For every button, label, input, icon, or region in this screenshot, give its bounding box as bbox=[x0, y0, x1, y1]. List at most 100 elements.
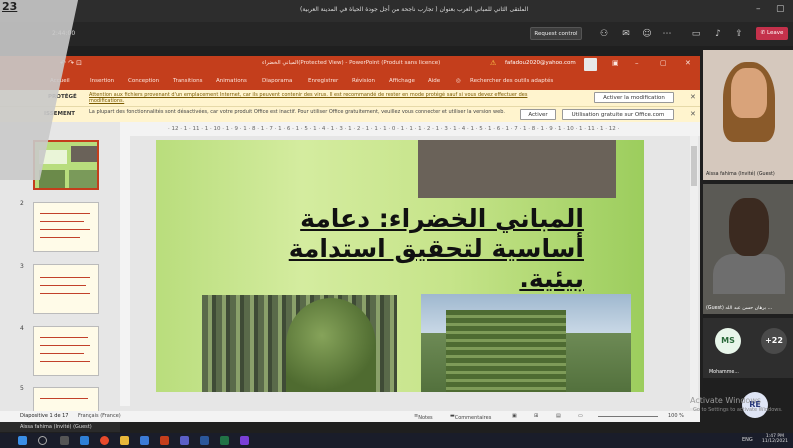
enable-editing-button[interactable]: Activer la modification bbox=[594, 92, 674, 103]
user-email[interactable]: fafadou2020@yahoo.com bbox=[505, 60, 576, 66]
status-bar: Diapositive 1 de 17 Français (France) ≡ … bbox=[0, 411, 700, 422]
slide-thumbnail[interactable] bbox=[33, 202, 99, 252]
minimize-icon[interactable]: – bbox=[756, 4, 761, 14]
participant-face bbox=[729, 198, 769, 256]
ribbon-display-icon[interactable]: ▣ bbox=[612, 59, 619, 67]
tab-insertion[interactable]: Insertion bbox=[90, 78, 114, 84]
search-icon[interactable] bbox=[38, 436, 47, 445]
thumb-number: 2 bbox=[20, 200, 24, 207]
slide-title[interactable]: المباني الخضراء: دعامة أساسية لتحقيق است… bbox=[224, 204, 584, 294]
activate-button[interactable]: Activer bbox=[520, 109, 556, 120]
decorative-box bbox=[418, 140, 616, 198]
more-icon[interactable]: ⋯ bbox=[661, 28, 673, 40]
store-icon[interactable] bbox=[140, 436, 149, 445]
tab-animations[interactable]: Animations bbox=[216, 78, 247, 84]
language-indicator[interactable]: Français (France) bbox=[78, 413, 121, 419]
request-control-button[interactable]: Request control bbox=[530, 27, 582, 40]
mic-icon[interactable]: ♪ bbox=[712, 28, 724, 40]
warning-message: La plupart des fonctionnalités sont désa… bbox=[89, 109, 505, 115]
explorer-icon[interactable] bbox=[120, 436, 129, 445]
participant-name: (Guest) برهان حسن عبد الله ... bbox=[706, 306, 773, 311]
word-icon[interactable] bbox=[200, 436, 209, 445]
task-view-icon[interactable] bbox=[60, 436, 69, 445]
teams-title-bar: الملتقى الثاني للمباني العرب بعنوان ( تج… bbox=[0, 0, 793, 22]
thumb-number: 3 bbox=[20, 263, 24, 270]
powerpoint-icon[interactable] bbox=[160, 436, 169, 445]
participant-video[interactable]: (Guest) برهان حسن عبد الله ... bbox=[703, 184, 793, 314]
windows-taskbar: ENG 1:47 PM 11/12/2021 bbox=[0, 433, 793, 448]
chrome-icon[interactable] bbox=[100, 436, 109, 445]
tab-enregistrer[interactable]: Enregistrer bbox=[308, 78, 338, 84]
notes-button[interactable]: ≡ Notes bbox=[414, 413, 433, 421]
avatar[interactable] bbox=[584, 58, 597, 71]
zoom-level[interactable]: 100 % bbox=[668, 413, 684, 419]
green-building-photo-detail bbox=[446, 310, 566, 392]
ppt-window-title: المباني الخضراء(Protected View) - PowerP… bbox=[262, 60, 441, 66]
clock[interactable]: 1:47 PM 11/12/2021 bbox=[762, 434, 788, 444]
participant-name: Mohamme... bbox=[709, 370, 739, 375]
participant-video[interactable]: Aissa fahima (Invité) (Guest) bbox=[703, 50, 793, 180]
tab-revision[interactable]: Révision bbox=[352, 78, 375, 84]
app-icon[interactable] bbox=[240, 436, 249, 445]
license-warning-bar: ISSEMENT La plupart des fonctionnalités … bbox=[0, 106, 700, 122]
protected-view-bar: PROTÉGÉ Attention aux fichiers provenant… bbox=[0, 90, 700, 106]
tab-aide[interactable]: Aide bbox=[428, 78, 440, 84]
slide-canvas[interactable]: المباني الخضراء: دعامة أساسية لتحقيق است… bbox=[156, 140, 644, 392]
thumb-number: 4 bbox=[20, 325, 24, 332]
sorter-view-icon[interactable]: ⊞ bbox=[534, 413, 538, 419]
tab-affichage[interactable]: Affichage bbox=[389, 78, 415, 84]
share-icon[interactable]: ⇪ bbox=[733, 28, 745, 40]
slideshow-icon[interactable]: ▭ bbox=[578, 413, 583, 419]
meeting-toolbar: 2:44:00 Request control ⚇ ✉ ☺ ⋯ ▭ ♪ ⇪ ✆ … bbox=[0, 22, 793, 46]
slide-thumbnail[interactable] bbox=[33, 326, 99, 376]
slide-thumbnail[interactable] bbox=[33, 264, 99, 314]
free-office-button[interactable]: Utilisation gratuite sur Office.com bbox=[562, 109, 674, 120]
protected-message: Attention aux fichiers provenant d'un em… bbox=[89, 92, 528, 104]
close-icon[interactable]: ✕ bbox=[685, 59, 691, 67]
excel-icon[interactable] bbox=[220, 436, 229, 445]
warning-icon: ⚠ bbox=[490, 59, 497, 67]
powerpoint-title-bar: ↶ ↷ ⊡ المباني الخضراء(Protected View) - … bbox=[0, 56, 700, 74]
participant-grid: MS +22 Mohamme... bbox=[703, 318, 793, 378]
teams-icon[interactable] bbox=[180, 436, 189, 445]
slide-counter: Diapositive 1 de 17 bbox=[20, 413, 69, 419]
camera-icon[interactable]: ▭ bbox=[690, 28, 702, 40]
start-icon[interactable] bbox=[18, 436, 27, 445]
vertical-ruler bbox=[120, 136, 130, 406]
comments-button[interactable]: ▬ Commentaires bbox=[450, 413, 491, 421]
corner-label: 23 bbox=[2, 0, 18, 13]
maximize-icon[interactable]: ▢ bbox=[660, 59, 667, 67]
normal-view-icon[interactable]: ▣ bbox=[512, 413, 517, 419]
thumb-number: 5 bbox=[20, 385, 24, 392]
leave-button[interactable]: ✆ Leave bbox=[756, 27, 788, 40]
chat-icon[interactable]: ✉ bbox=[620, 28, 632, 40]
tab-conception[interactable]: Conception bbox=[128, 78, 159, 84]
tab-diaporama[interactable]: Diaporama bbox=[262, 78, 292, 84]
avatar[interactable]: MS bbox=[715, 328, 741, 354]
maximize-icon[interactable]: ▢ bbox=[776, 4, 785, 14]
ribbon-tabs: Accueil Insertion Conception Transitions… bbox=[0, 74, 700, 90]
edge-icon[interactable] bbox=[80, 436, 89, 445]
green-wall-photo-detail bbox=[286, 298, 376, 392]
vertical-scrollbar[interactable] bbox=[690, 136, 698, 408]
language-indicator[interactable]: ENG bbox=[742, 437, 753, 443]
tab-transitions[interactable]: Transitions bbox=[173, 78, 202, 84]
meeting-title: الملتقى الثاني للمباني العرب بعنوان ( تج… bbox=[300, 6, 529, 13]
more-participants-badge[interactable]: +22 bbox=[761, 328, 787, 354]
people-icon[interactable]: ⚇ bbox=[598, 28, 610, 40]
tell-me-search[interactable]: Rechercher des outils adaptés bbox=[470, 78, 553, 84]
activation-watermark: Activate Windows bbox=[690, 396, 762, 405]
zoom-slider[interactable] bbox=[598, 416, 658, 417]
lightbulb-icon: ◎ bbox=[456, 78, 461, 84]
close-icon[interactable]: ✕ bbox=[690, 93, 696, 101]
screen: الملتقى الثاني للمباني العرب بعنوان ( تج… bbox=[0, 0, 793, 448]
participant-face bbox=[731, 68, 767, 118]
presenter-tag: Aissa fahima (Invité) (Guest) bbox=[0, 422, 120, 432]
minimize-icon[interactable]: – bbox=[635, 59, 639, 67]
close-icon[interactable]: ✕ bbox=[690, 110, 696, 118]
horizontal-ruler: · 12 · 1 · 11 · 1 · 10 · 1 · 9 · 1 · 8 ·… bbox=[120, 122, 700, 136]
participant-name: Aissa fahima (Invité) (Guest) bbox=[706, 172, 775, 177]
slide-thumbnail[interactable] bbox=[33, 387, 99, 412]
reading-view-icon[interactable]: ▤ bbox=[556, 413, 561, 419]
reactions-icon[interactable]: ☺ bbox=[641, 28, 653, 40]
